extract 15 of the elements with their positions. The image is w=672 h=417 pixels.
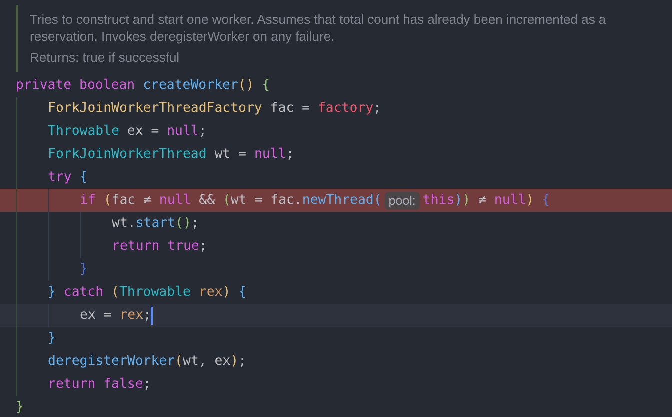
code-line: deregisterWorker(wt, ex); xyxy=(0,350,672,373)
code-line: } xyxy=(0,327,672,350)
code-line: wt.start(); xyxy=(0,212,672,235)
code-line: ForkJoinWorkerThread wt = null; xyxy=(0,143,672,166)
doc-description: Tries to construct and start one worker. Assumes that total count has already been incremented as a reservation. Invokes deregisterWorker on any failure. xyxy=(30,11,608,45)
code-line: return false; xyxy=(0,373,672,396)
code-line: Throwable ex = null; xyxy=(0,120,672,143)
code-line: ForkJoinWorkerThreadFactory fac = factory; xyxy=(0,97,672,120)
parameter-hint: pool: xyxy=(384,192,420,210)
doc-returns: Returns: true if successful xyxy=(30,49,181,66)
text-cursor xyxy=(151,306,154,324)
code-line: private boolean createWorker() { xyxy=(15,77,272,95)
code-line: } xyxy=(15,399,25,417)
code-line: } xyxy=(0,258,672,281)
code-line: return true; xyxy=(0,235,672,258)
